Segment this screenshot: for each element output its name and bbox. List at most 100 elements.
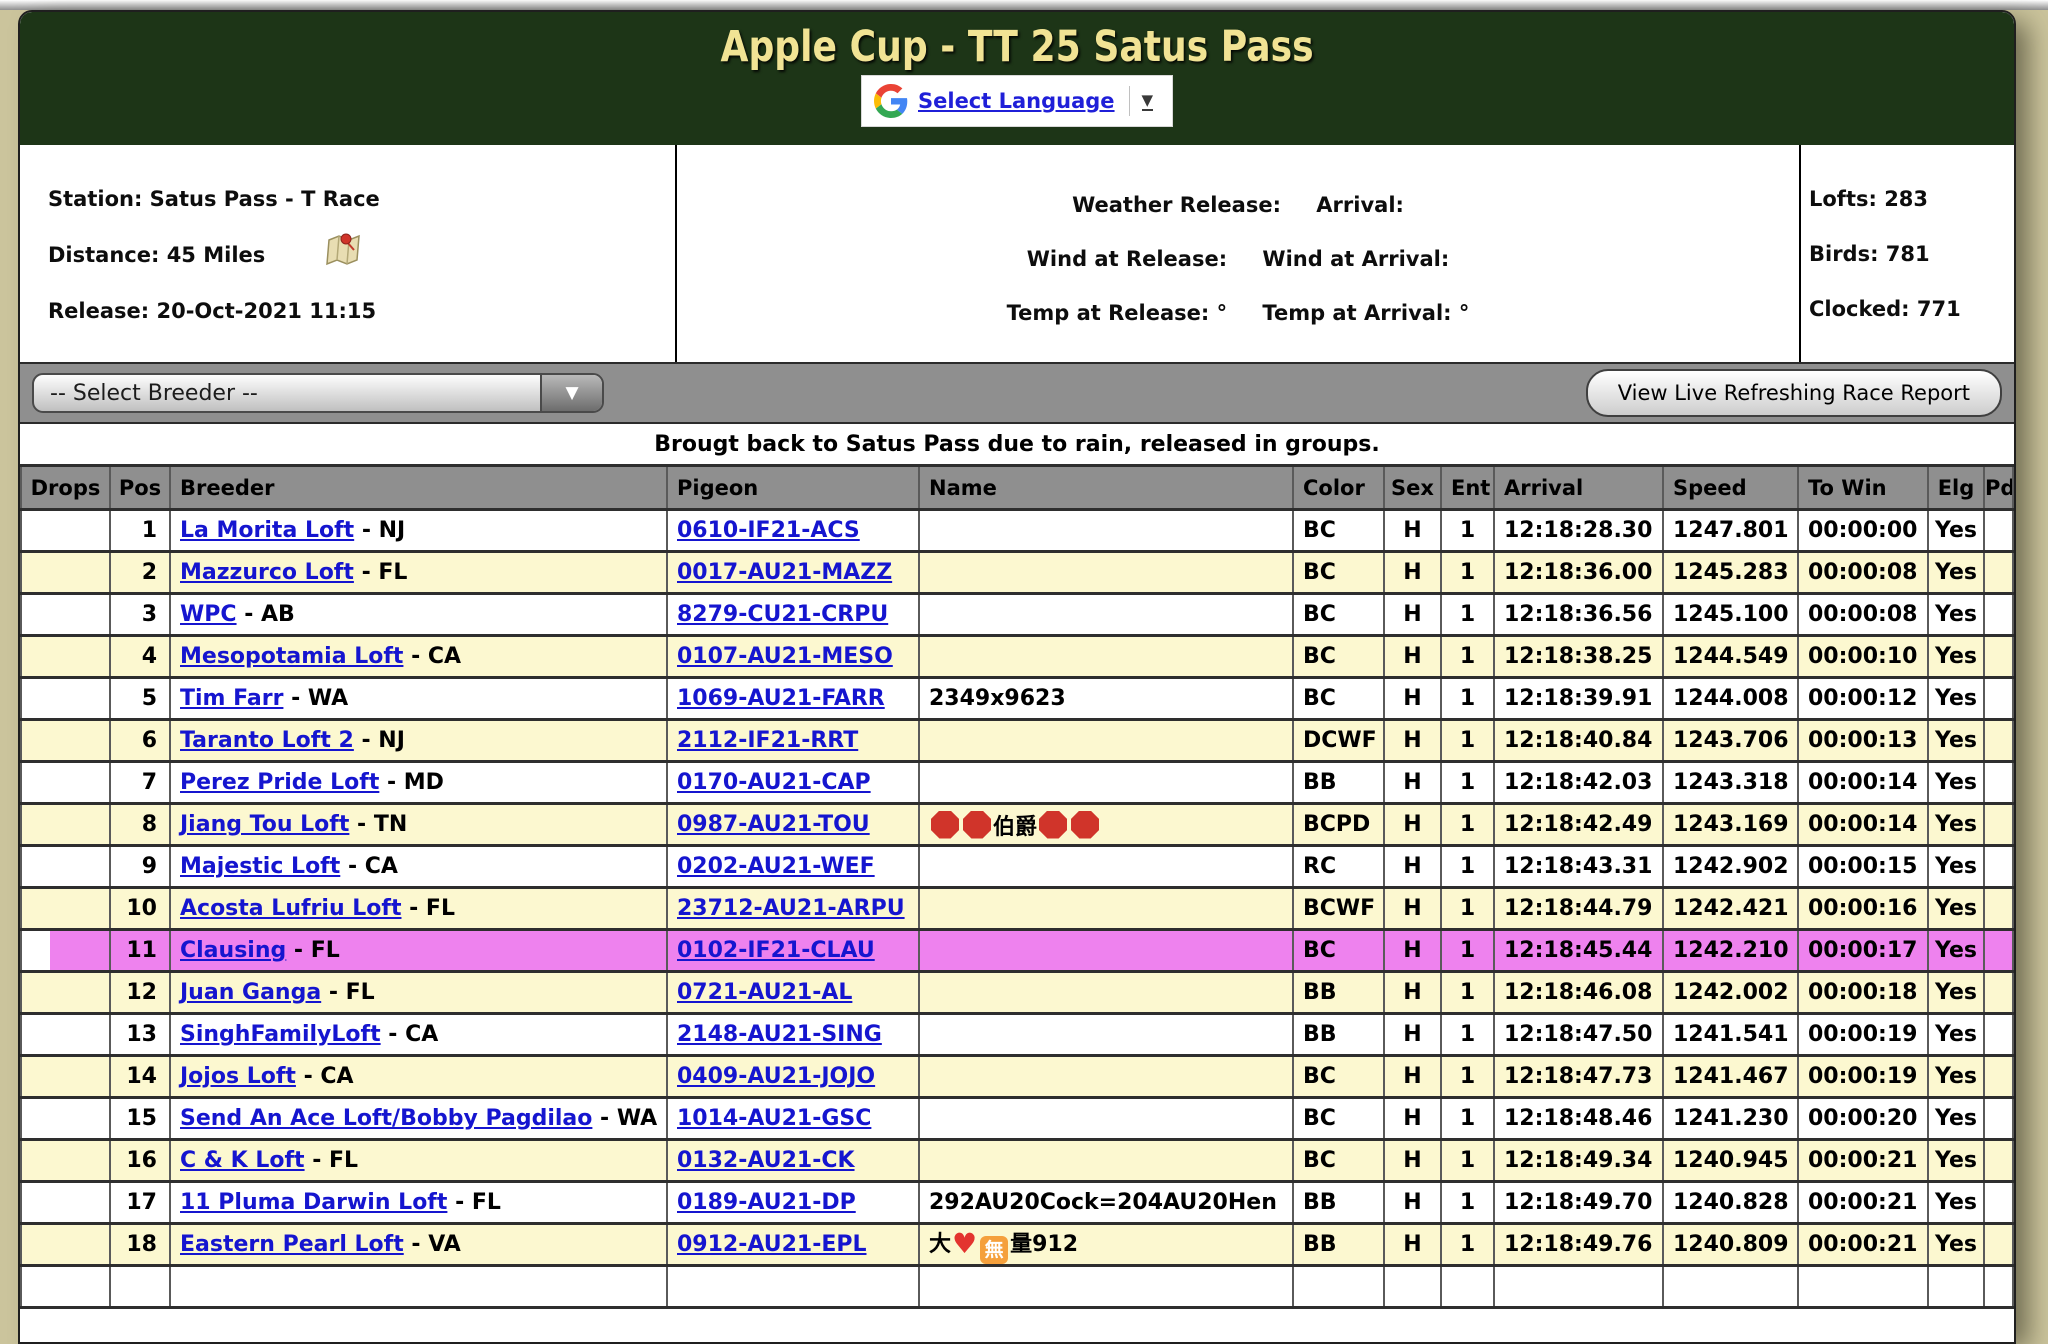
ent-cell: 1 xyxy=(1441,594,1494,636)
map-with-pin-icon[interactable] xyxy=(323,228,363,268)
table-row: 18Eastern Pearl Loft - VA0912-AU21-EPL大♥… xyxy=(21,1224,2013,1266)
pigeon-link[interactable]: 0202-AU21-WEF xyxy=(677,854,875,879)
pigeon-link[interactable]: 2148-AU21-SING xyxy=(677,1022,882,1047)
breeder-cell: C & K Loft - FL xyxy=(170,1140,667,1182)
color-cell: BC xyxy=(1293,636,1384,678)
arrival-cell: 12:18:47.73 xyxy=(1494,1056,1663,1098)
pigeon-link[interactable]: 23712-AU21-ARPU xyxy=(677,896,905,921)
col-header-drops[interactable]: Drops xyxy=(21,466,110,510)
breeder-link[interactable]: Taranto Loft 2 xyxy=(180,728,354,753)
weather-line-2: Wind at Release: Wind at Arrival: xyxy=(677,247,1799,271)
chevron-down-icon: ▼ xyxy=(565,383,578,403)
col-header-pigeon[interactable]: Pigeon xyxy=(667,466,919,510)
ent-cell: 1 xyxy=(1441,720,1494,762)
breeder-link[interactable]: Jojos Loft xyxy=(180,1064,296,1089)
breeder-link[interactable]: Send An Ace Loft/Bobby Pagdilao xyxy=(180,1106,592,1131)
pigeon-link[interactable]: 0102-IF21-CLAU xyxy=(677,938,875,963)
birds-stat: Birds: 781 xyxy=(1809,242,2014,266)
breeder-link[interactable]: WPC xyxy=(180,602,237,627)
pigeon-link[interactable]: 0132-AU21-CK xyxy=(677,1148,855,1173)
col-header-name[interactable]: Name xyxy=(919,466,1293,510)
pos-cell: 17 xyxy=(110,1182,170,1224)
clocked-stat: Clocked: 771 xyxy=(1809,297,2014,321)
pigeon-link[interactable]: 0912-AU21-EPL xyxy=(677,1232,867,1257)
speed-cell: 1240.945 xyxy=(1663,1140,1798,1182)
breeder-link[interactable]: Tim Farr xyxy=(180,686,283,711)
elg-cell: Yes xyxy=(1928,1224,1984,1266)
pigeon-link[interactable]: 8279-CU21-CRPU xyxy=(677,602,888,627)
pigeon-link[interactable]: 0721-AU21-AL xyxy=(677,980,852,1005)
breeder-link[interactable]: 11 Pluma Darwin Loft xyxy=(180,1190,447,1215)
breeder-link[interactable]: Clausing xyxy=(180,938,286,963)
ent-cell: 1 xyxy=(1441,846,1494,888)
col-header-arrival[interactable]: Arrival xyxy=(1494,466,1663,510)
breeder-select[interactable]: -- Select Breeder -- ▼ xyxy=(32,373,604,413)
wind-arrival-label: Wind at Arrival: xyxy=(1262,247,1449,271)
ent-cell: 1 xyxy=(1441,972,1494,1014)
elg-cell: Yes xyxy=(1928,762,1984,804)
view-live-report-button[interactable]: View Live Refreshing Race Report xyxy=(1586,369,2002,417)
pigeon-link[interactable]: 2112-IF21-RRT xyxy=(677,728,858,753)
breeder-link[interactable]: Mesopotamia Loft xyxy=(180,644,403,669)
pd-cell xyxy=(1984,1140,2013,1182)
pigeon-link[interactable]: 0987-AU21-TOU xyxy=(677,812,870,837)
pigeon-link[interactable]: 0107-AU21-MESO xyxy=(677,644,893,669)
col-header-pos[interactable]: Pos xyxy=(110,466,170,510)
name-cell: 2349x9623 xyxy=(919,678,1293,720)
select-language-link[interactable]: Select Language xyxy=(918,89,1115,113)
col-header-ent[interactable]: Ent xyxy=(1441,466,1494,510)
col-header-sex[interactable]: Sex xyxy=(1384,466,1441,510)
pd-cell xyxy=(1984,846,2013,888)
col-header-breeder[interactable]: Breeder xyxy=(170,466,667,510)
color-cell: BCPD xyxy=(1293,804,1384,846)
stop-octagon-icon xyxy=(963,811,991,839)
race-notice: Brougt back to Satus Pass due to rain, r… xyxy=(20,424,2014,464)
arrival-cell: 12:18:49.76 xyxy=(1494,1224,1663,1266)
sex-cell: H xyxy=(1384,972,1441,1014)
breeder-select-arrow-cap[interactable]: ▼ xyxy=(540,375,602,411)
pigeon-link[interactable]: 0610-IF21-ACS xyxy=(677,518,860,543)
breeder-select-value: -- Select Breeder -- xyxy=(34,381,540,406)
pigeon-cell: 8279-CU21-CRPU xyxy=(667,594,919,636)
arrival-label: Arrival: xyxy=(1316,193,1404,217)
table-row: 1La Morita Loft - NJ0610-IF21-ACSBCH112:… xyxy=(21,510,2013,552)
pos-cell: 16 xyxy=(110,1140,170,1182)
page-canvas: Apple Cup - TT 25 Satus Pass Select Lang… xyxy=(0,0,2048,1344)
breeder-link[interactable]: Perez Pride Loft xyxy=(180,770,379,795)
pos-cell: 18 xyxy=(110,1224,170,1266)
breeder-link[interactable]: SinghFamilyLoft xyxy=(180,1022,381,1047)
pigeon-link[interactable]: 0409-AU21-JOJO xyxy=(677,1064,875,1089)
breeder-link[interactable]: Jiang Tou Loft xyxy=(180,812,349,837)
color-cell: DCWF xyxy=(1293,720,1384,762)
weather-line-1: Weather Release: Arrival: xyxy=(677,193,1799,217)
pigeon-cell: 0721-AU21-AL xyxy=(667,972,919,1014)
col-header-elg[interactable]: Elg xyxy=(1928,466,1984,510)
col-header-towin[interactable]: To Win xyxy=(1798,466,1928,510)
pigeon-link[interactable]: 1069-AU21-FARR xyxy=(677,686,885,711)
col-header-pd[interactable]: Pd xyxy=(1984,466,2013,510)
breeder-cell: Juan Ganga - FL xyxy=(170,972,667,1014)
ent-cell: 1 xyxy=(1441,636,1494,678)
col-header-speed[interactable]: Speed xyxy=(1663,466,1798,510)
breeder-link[interactable]: Majestic Loft xyxy=(180,854,340,879)
breeder-link[interactable]: Eastern Pearl Loft xyxy=(180,1232,404,1257)
google-translate-widget[interactable]: Select Language ▼ xyxy=(861,75,1173,127)
drops-cell xyxy=(21,1140,110,1182)
pigeon-link[interactable]: 1014-AU21-GSC xyxy=(677,1106,871,1131)
pigeon-link[interactable]: 0170-AU21-CAP xyxy=(677,770,871,795)
breeder-link[interactable]: La Morita Loft xyxy=(180,518,354,543)
pigeon-link[interactable]: 0017-AU21-MAZZ xyxy=(677,560,892,585)
sex-cell: H xyxy=(1384,762,1441,804)
translate-dropdown-arrow[interactable]: ▼ xyxy=(1142,92,1154,111)
elg-cell: Yes xyxy=(1928,846,1984,888)
name-cell xyxy=(919,510,1293,552)
pigeon-link[interactable]: 0189-AU21-DP xyxy=(677,1190,856,1215)
breeder-link[interactable]: Acosta Lufriu Loft xyxy=(180,896,401,921)
breeder-link[interactable]: C & K Loft xyxy=(180,1148,305,1173)
breeder-link[interactable]: Juan Ganga xyxy=(180,980,321,1005)
col-header-color[interactable]: Color xyxy=(1293,466,1384,510)
ent-cell: 1 xyxy=(1441,1182,1494,1224)
drops-cell xyxy=(21,972,110,1014)
breeder-link[interactable]: Mazzurco Loft xyxy=(180,560,354,585)
pd-cell xyxy=(1984,510,2013,552)
